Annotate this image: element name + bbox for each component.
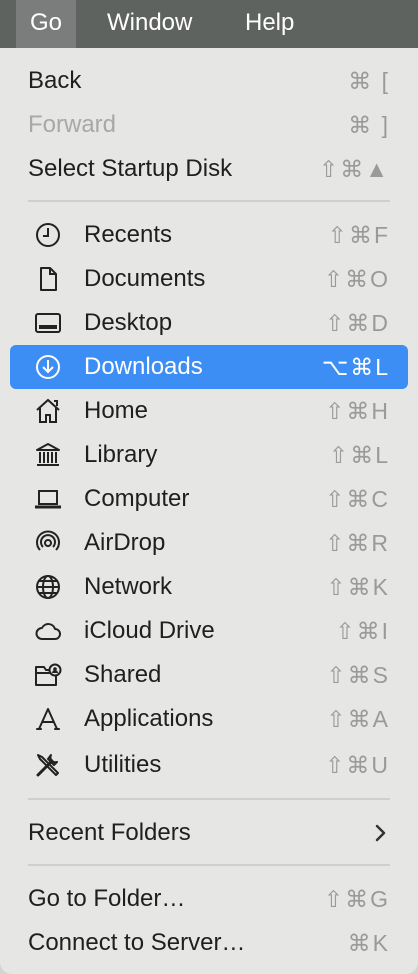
- menu-item-shortcut: ⇧⌘D: [325, 310, 390, 336]
- menu-item-airdrop[interactable]: AirDrop ⇧⌘R: [10, 521, 408, 565]
- menu-item-label: Recent Folders: [28, 819, 191, 846]
- clock-icon: [34, 221, 62, 249]
- cloud-icon: [34, 617, 62, 645]
- menu-item-shortcut: ⇧⌘▲: [318, 156, 390, 182]
- library-icon: [34, 441, 62, 469]
- menu-item-shortcut: ⇧⌘I: [335, 618, 390, 644]
- menu-item-shortcut: ⇧⌘O: [323, 266, 390, 292]
- menu-item-label: Desktop: [84, 309, 173, 336]
- shared-folder-icon: [34, 661, 62, 689]
- menu-item-shortcut: ⇧⌘H: [325, 398, 390, 424]
- menu-item-label: Recents: [84, 221, 173, 248]
- menu-item-label: Select Startup Disk: [28, 155, 233, 182]
- menu-separator: [28, 798, 390, 800]
- menu-item-label: Library: [84, 441, 158, 468]
- document-icon: [34, 265, 62, 293]
- menu-item-label: Home: [84, 397, 149, 424]
- applications-icon: [34, 705, 62, 733]
- laptop-icon: [34, 485, 62, 513]
- globe-icon: [34, 573, 62, 601]
- download-icon: [34, 353, 62, 381]
- menu-item-home[interactable]: Home ⇧⌘H: [10, 389, 408, 433]
- menu-separator: [28, 864, 390, 866]
- menu-item-shortcut: ⇧⌘K: [326, 574, 390, 600]
- menu-item-shortcut: ⇧⌘F: [327, 222, 390, 248]
- menu-separator: [28, 200, 390, 202]
- menu-item-shared[interactable]: Shared ⇧⌘S: [10, 653, 408, 697]
- menu-item-shortcut: ⇧⌘C: [325, 486, 390, 512]
- home-icon: [34, 397, 62, 425]
- menu-item-shortcut: ⇧⌘U: [325, 752, 390, 778]
- menubar-go[interactable]: Go: [16, 0, 77, 48]
- airdrop-icon: [34, 529, 62, 557]
- go-menu: Back ⌘ [ Forward ⌘ ] Select Startup Disk…: [0, 48, 418, 974]
- menu-item-back[interactable]: Back ⌘ [: [10, 59, 408, 103]
- menu-bar: Go Window Help: [0, 0, 418, 48]
- menu-item-applications[interactable]: Applications ⇧⌘A: [10, 697, 408, 741]
- menu-item-go-to-folder[interactable]: Go to Folder… ⇧⌘G: [10, 877, 408, 921]
- menu-item-computer[interactable]: Computer ⇧⌘C: [10, 477, 408, 521]
- menu-item-label: iCloud Drive: [84, 617, 215, 644]
- menu-item-utilities[interactable]: Utilities ⇧⌘U: [10, 743, 408, 787]
- menu-item-recent-folders[interactable]: Recent Folders: [10, 811, 408, 855]
- menu-item-label: AirDrop: [84, 529, 166, 556]
- menu-item-label: Network: [84, 573, 173, 600]
- menu-item-shortcut: ⇧⌘S: [326, 662, 390, 688]
- menu-item-label: Shared: [84, 661, 162, 688]
- menu-item-icloud-drive[interactable]: iCloud Drive ⇧⌘I: [10, 609, 408, 653]
- chevron-right-icon: [374, 823, 388, 843]
- menu-item-label: Downloads: [84, 353, 203, 380]
- menubar-help[interactable]: Help: [231, 0, 308, 48]
- menu-item-label: Go to Folder…: [28, 885, 186, 912]
- menu-item-recents[interactable]: Recents ⇧⌘F: [10, 213, 408, 257]
- menu-item-shortcut: ⌘ [: [348, 68, 390, 94]
- menu-item-label: Documents: [84, 265, 206, 292]
- menu-item-label: Applications: [84, 705, 214, 732]
- menu-item-connect-to-server[interactable]: Connect to Server… ⌘K: [10, 921, 408, 965]
- menu-item-label: Back: [28, 67, 82, 94]
- menu-item-label: Utilities: [84, 751, 162, 778]
- menu-item-desktop[interactable]: Desktop ⇧⌘D: [10, 301, 408, 345]
- utilities-icon: [34, 751, 62, 779]
- menubar-window[interactable]: Window: [93, 0, 206, 48]
- menu-item-forward: Forward ⌘ ]: [10, 103, 408, 147]
- menu-item-shortcut: ⌘ ]: [348, 112, 390, 138]
- menu-item-library[interactable]: Library ⇧⌘L: [10, 433, 408, 477]
- menu-item-shortcut: ⇧⌘A: [326, 706, 390, 732]
- menu-item-shortcut: ⇧⌘R: [325, 530, 390, 556]
- menu-item-label: Connect to Server…: [28, 929, 246, 956]
- menu-item-shortcut: ⇧⌘G: [323, 886, 390, 912]
- menu-item-shortcut: ⇧⌘L: [328, 442, 390, 468]
- desktop-icon: [34, 309, 62, 337]
- menu-item-documents[interactable]: Documents ⇧⌘O: [10, 257, 408, 301]
- menu-item-shortcut: ⌘K: [347, 930, 390, 956]
- menu-item-label: Computer: [84, 485, 190, 512]
- menu-item-downloads[interactable]: Downloads ⌥⌘L: [10, 345, 408, 389]
- menu-item-label: Forward: [28, 111, 117, 138]
- menu-item-network[interactable]: Network ⇧⌘K: [10, 565, 408, 609]
- menu-item-select-startup-disk[interactable]: Select Startup Disk ⇧⌘▲: [10, 147, 408, 191]
- menu-item-shortcut: ⌥⌘L: [321, 354, 390, 380]
